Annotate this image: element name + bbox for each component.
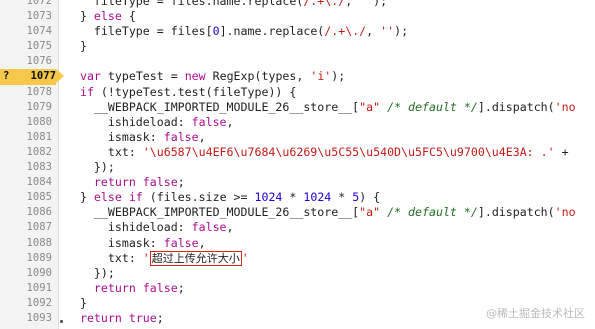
breakpoint-paused-icon[interactable]: ?: [3, 69, 9, 84]
code-line[interactable]: 1082 txt: '\u6587\u4EF6\u7684\u6269\u5C5…: [0, 145, 595, 160]
code-text: });: [66, 265, 115, 280]
code-text: var typeTest = new RegExp(types, 'i');: [79, 69, 346, 84]
code-text: return true;: [79, 310, 164, 325]
code-line[interactable]: 1074 fileType = files[0].name.replace(/.…: [0, 24, 595, 39]
line-number[interactable]: 1093: [0, 311, 52, 326]
code-line[interactable]: 1086 __WEBPACK_IMPORTED_MODULE_26__store…: [0, 205, 595, 220]
code-text: } else if (files.size >= 1024 * 1024 * 5…: [66, 190, 381, 205]
code-text: ismask: false,: [66, 129, 206, 144]
line-number[interactable]: 1075: [0, 39, 52, 54]
code-line[interactable]: 1084 return false;: [0, 175, 595, 190]
code-line[interactable]: 1075 }: [0, 39, 595, 54]
line-number[interactable]: 1086: [0, 205, 52, 220]
code-text: return false;: [93, 280, 185, 295]
code-text: ismask: false,: [66, 235, 206, 250]
line-number[interactable]: 1080: [0, 115, 52, 130]
paused-code-line[interactable]: 1077? var typeTest = new RegExp(types, '…: [0, 69, 595, 85]
code-line[interactable]: 1087 ishideload: false,: [0, 220, 595, 235]
code-text: __WEBPACK_IMPORTED_MODULE_26__store__["a…: [66, 99, 576, 114]
code-text: }: [66, 39, 87, 54]
line-number[interactable]: 1073: [0, 9, 52, 24]
code-line[interactable]: 1090 });: [0, 266, 595, 281]
code-line[interactable]: 1089 txt: ' 超过上传允许大小 ': [0, 250, 595, 266]
line-number[interactable]: 1081: [0, 130, 52, 145]
line-number[interactable]: 1074: [0, 24, 52, 39]
source-code-viewer: 1072 fileType = files.name.replace(/.+\.…: [0, 0, 595, 329]
line-number[interactable]: 1084: [0, 175, 52, 190]
code-text: __WEBPACK_IMPORTED_MODULE_26__store__["a…: [66, 205, 576, 220]
code-line[interactable]: 1073 } else {: [0, 9, 595, 24]
line-number[interactable]: 1090: [0, 266, 52, 281]
code-line[interactable]: 1081 ismask: false,: [0, 130, 595, 145]
code-text: return false;: [93, 175, 185, 190]
line-number[interactable]: 1082: [0, 145, 52, 160]
line-number[interactable]: 1079: [0, 100, 52, 115]
code-text: txt: ' 超过上传允许大小 ': [66, 250, 249, 266]
code-line[interactable]: 1088 ismask: false,: [0, 236, 595, 251]
code-text: ishideload: false,: [66, 114, 234, 129]
line-number[interactable]: 1092: [0, 296, 52, 311]
fold-marker: [60, 320, 63, 323]
code-line[interactable]: 1072 fileType = files.name.replace(/.+\.…: [0, 0, 595, 9]
code-line[interactable]: 1080 ishideload: false,: [0, 115, 595, 130]
line-number[interactable]: 1083: [0, 160, 52, 175]
code-line[interactable]: 1079 __WEBPACK_IMPORTED_MODULE_26__store…: [0, 100, 595, 115]
code-text: } else {: [66, 9, 136, 24]
line-number[interactable]: 1089: [0, 251, 52, 266]
code-area[interactable]: 1072 fileType = files.name.replace(/.+\.…: [0, 0, 595, 326]
watermark: @稀土掘金技术社区: [486, 307, 585, 320]
code-text: if (!typeTest.test(fileType)) {: [79, 84, 297, 99]
line-number[interactable]: 1076: [0, 54, 52, 69]
code-line[interactable]: 1091 return false;: [0, 281, 595, 296]
code-text: }: [66, 295, 87, 310]
line-number[interactable]: 1072: [0, 0, 52, 9]
line-number[interactable]: 1091: [0, 281, 52, 296]
line-number[interactable]: 1088: [0, 236, 52, 251]
code-line[interactable]: 1083 });: [0, 160, 595, 175]
code-text: txt: '\u6587\u4EF6\u7684\u6269\u5C55\u54…: [66, 144, 576, 159]
highlighted-message-text: 超过上传允许大小: [149, 250, 242, 266]
code-text: ishideload: false,: [66, 220, 234, 235]
code-line[interactable]: 1078 if (!typeTest.test(fileType)) {: [0, 85, 595, 100]
line-number[interactable]: 1085: [0, 190, 52, 205]
line-number[interactable]: 1087: [0, 220, 52, 235]
code-text: fileType = files[0].name.replace(/.+\./,…: [66, 24, 409, 39]
code-line[interactable]: 1076: [0, 54, 595, 69]
code-text: fileType = files.name.replace(/.+\./, ''…: [66, 0, 388, 8]
code-text: });: [66, 160, 115, 175]
code-line[interactable]: 1085 } else if (files.size >= 1024 * 102…: [0, 190, 595, 205]
line-number[interactable]: 1078: [0, 85, 52, 100]
